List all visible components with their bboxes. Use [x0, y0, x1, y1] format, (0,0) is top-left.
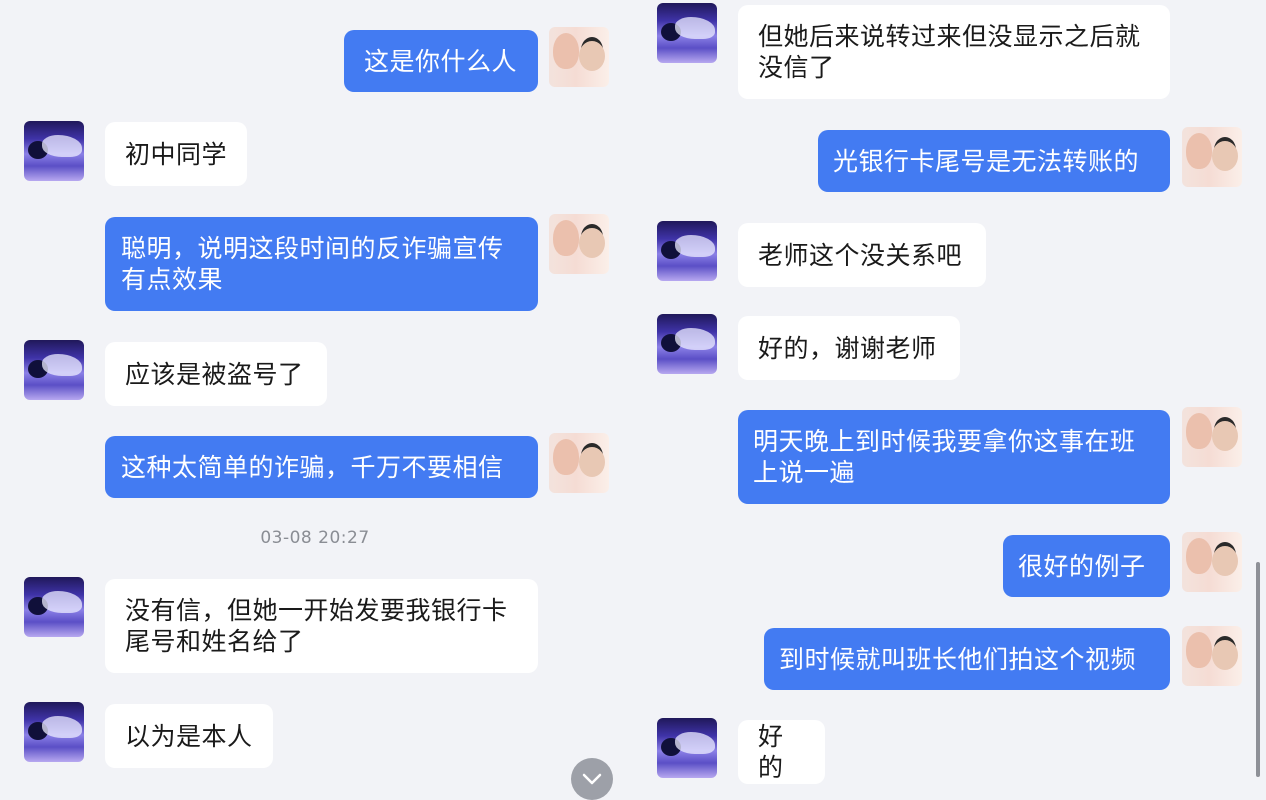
message-bubble-sent[interactable]: 这种太简单的诈骗，千万不要相信: [105, 436, 538, 498]
friend-avatar[interactable]: [24, 702, 84, 762]
message-text: 这种太简单的诈骗，千万不要相信: [121, 452, 504, 482]
message-text-line: 上说一遍: [753, 458, 856, 487]
my-avatar[interactable]: [1182, 127, 1242, 187]
my-avatar[interactable]: [1182, 532, 1242, 592]
message-bubble-sent[interactable]: 到时候就叫班长他们拍这个视频: [764, 628, 1170, 690]
friend-avatar[interactable]: [657, 314, 717, 374]
message-text: 这是你什么人: [364, 46, 518, 76]
message-bubble-received[interactable]: 初中同学: [105, 122, 247, 186]
message-timestamp: 03-08 20:27: [260, 528, 370, 548]
message-text-line: 没信了: [758, 53, 835, 82]
message-bubble-sent[interactable]: 明天晚上到时候我要拿你这事在班 上说一遍: [738, 410, 1170, 504]
my-avatar[interactable]: [1182, 626, 1242, 686]
message-bubble-received[interactable]: 老师这个没关系吧: [738, 223, 986, 287]
message-bubble-sent[interactable]: 光银行卡尾号是无法转账的: [818, 130, 1170, 192]
scroll-to-bottom-button[interactable]: [571, 758, 613, 800]
message-text: 好的: [758, 722, 784, 782]
message-bubble-sent[interactable]: 这是你什么人: [344, 30, 538, 92]
message-text: 到时候就叫班长他们拍这个视频: [779, 644, 1137, 674]
message-text-line: 聪明，说明这段时间的反诈骗宣传: [121, 234, 504, 263]
friend-avatar[interactable]: [657, 718, 717, 778]
message-text: 很好的例子: [1018, 551, 1146, 581]
message-text: 好的，谢谢老师: [758, 333, 937, 363]
message-text-line: 但她后来说转过来但没显示之后就: [758, 22, 1141, 51]
friend-avatar[interactable]: [657, 221, 717, 281]
message-text: 应该是被盗号了: [125, 359, 304, 389]
my-avatar[interactable]: [1182, 407, 1242, 467]
scrollbar-thumb[interactable]: [1256, 562, 1260, 777]
my-avatar[interactable]: [549, 27, 609, 87]
my-avatar[interactable]: [549, 214, 609, 274]
message-bubble-sent[interactable]: 聪明，说明这段时间的反诈骗宣传 有点效果: [105, 217, 538, 311]
message-bubble-received[interactable]: 以为是本人: [105, 704, 273, 768]
friend-avatar[interactable]: [24, 121, 84, 181]
message-text-line: 尾号和姓名给了: [125, 627, 304, 656]
message-bubble-received[interactable]: 但她后来说转过来但没显示之后就 没信了: [738, 5, 1170, 99]
chevron-down-icon: [582, 773, 602, 785]
message-text: 光银行卡尾号是无法转账的: [833, 146, 1140, 176]
message-text-line: 明天晚上到时候我要拿你这事在班: [753, 427, 1136, 456]
my-avatar[interactable]: [549, 433, 609, 493]
friend-avatar[interactable]: [24, 340, 84, 400]
message-bubble-sent[interactable]: 很好的例子: [1003, 535, 1170, 597]
message-bubble-received[interactable]: 好的: [738, 720, 825, 784]
message-text: 以为是本人: [125, 721, 253, 751]
friend-avatar[interactable]: [657, 3, 717, 63]
friend-avatar[interactable]: [24, 577, 84, 637]
message-bubble-received[interactable]: 好的，谢谢老师: [738, 316, 960, 380]
message-text: 初中同学: [125, 139, 228, 169]
message-text-line: 没有信，但她一开始发要我银行卡: [125, 596, 508, 625]
message-bubble-received[interactable]: 没有信，但她一开始发要我银行卡 尾号和姓名给了: [105, 579, 538, 673]
message-text: 老师这个没关系吧: [758, 240, 963, 270]
message-text-line: 有点效果: [121, 265, 224, 294]
message-bubble-received[interactable]: 应该是被盗号了: [105, 342, 327, 406]
